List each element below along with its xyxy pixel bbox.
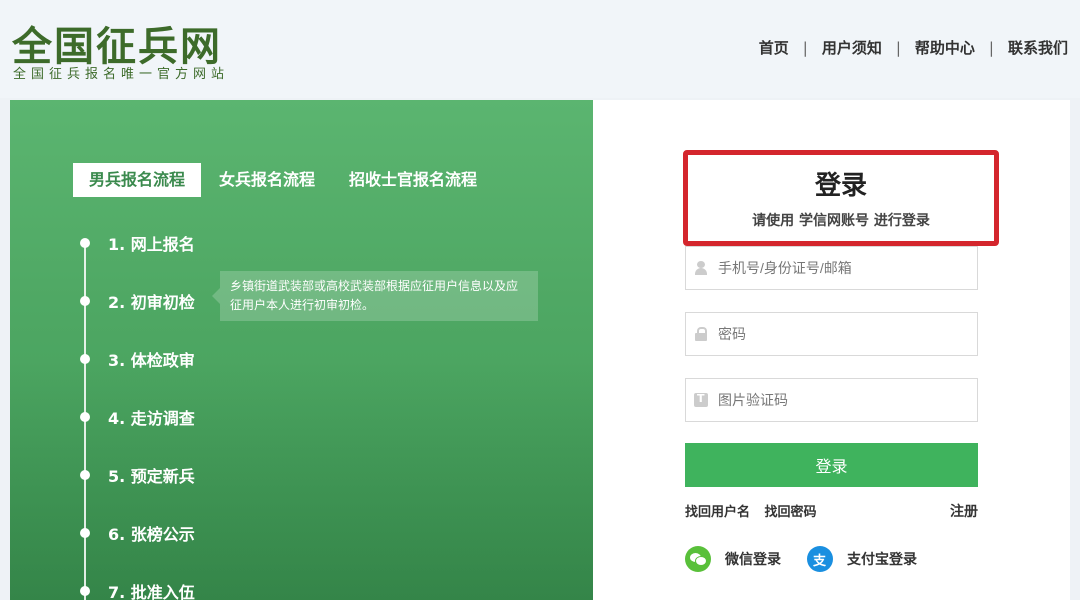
- password-input[interactable]: [718, 326, 968, 342]
- tab-female-process[interactable]: 女兵报名流程: [203, 163, 331, 197]
- process-tabs: 男兵报名流程 女兵报名流程 招收士官报名流程: [73, 163, 495, 197]
- nav-home-link[interactable]: 首页: [759, 37, 789, 58]
- step-label: 7. 批准入伍: [108, 583, 195, 600]
- process-step[interactable]: 7. 批准入伍: [80, 579, 195, 600]
- password-field[interactable]: [685, 312, 978, 356]
- captcha-icon: [694, 392, 708, 407]
- step-dot-icon: [80, 470, 90, 480]
- step-label: 5. 预定新兵: [108, 467, 195, 486]
- step-label: 4. 走访调查: [108, 409, 195, 428]
- step-dot-icon: [80, 354, 90, 364]
- login-panel: 登录 请使用 学信网账号 进行登录 登录 找回用户名 找回密码 注册 微信登录 …: [593, 100, 1070, 600]
- register-link[interactable]: 注册: [950, 501, 978, 521]
- step-dot-icon: [80, 238, 90, 248]
- process-step[interactable]: 2. 初审初检: [80, 289, 195, 313]
- step-label: 1. 网上报名: [108, 235, 195, 254]
- wechat-login-label: 微信登录: [725, 552, 781, 568]
- step-label: 6. 张榜公示: [108, 525, 195, 544]
- login-title-highlight: 登录 请使用 学信网账号 进行登录: [683, 150, 999, 246]
- process-panel: 男兵报名流程 女兵报名流程 招收士官报名流程 1. 网上报名 2. 初审初检 3…: [10, 100, 593, 600]
- login-title: 登录: [814, 171, 867, 201]
- wechat-icon: [685, 546, 711, 572]
- step-dot-icon: [80, 528, 90, 538]
- site-logo-subtitle: 全国征兵报名唯一官方网站: [13, 67, 230, 82]
- site-header: 全国征兵网 全国征兵报名唯一官方网站 首页 | 用户须知 | 帮助中心 | 联系…: [0, 0, 1080, 98]
- alipay-login-label: 支付宝登录: [847, 552, 917, 568]
- captcha-field[interactable]: [685, 378, 978, 422]
- process-step[interactable]: 3. 体检政审: [80, 347, 195, 371]
- login-button[interactable]: 登录: [685, 443, 978, 487]
- step-tooltip: 乡镇街道武装部或高校武装部根据应征用户信息以及应征用户本人进行初审初检。: [212, 271, 538, 321]
- nav-separator: |: [988, 38, 994, 57]
- process-step[interactable]: 4. 走访调查: [80, 405, 195, 429]
- nav-help-center-link[interactable]: 帮助中心: [915, 37, 975, 58]
- process-step[interactable]: 6. 张榜公示: [80, 521, 195, 545]
- captcha-input[interactable]: [718, 392, 968, 408]
- username-field[interactable]: [685, 246, 978, 290]
- login-subtitle: 请使用 学信网账号 进行登录: [752, 213, 930, 229]
- wechat-login-button[interactable]: 微信登录: [685, 546, 781, 572]
- process-step[interactable]: 5. 预定新兵: [80, 463, 195, 487]
- username-input[interactable]: [718, 260, 968, 276]
- nav-contact-link[interactable]: 联系我们: [1008, 37, 1068, 58]
- alipay-icon: [807, 546, 833, 572]
- step-label: 3. 体检政审: [108, 351, 195, 370]
- nav-user-notice-link[interactable]: 用户须知: [822, 37, 882, 58]
- step-label: 2. 初审初检: [108, 293, 195, 312]
- step-dot-icon: [80, 412, 90, 422]
- nav-separator: |: [895, 38, 901, 57]
- user-icon: [694, 261, 708, 275]
- process-step[interactable]: 1. 网上报名: [80, 231, 195, 255]
- tab-male-process[interactable]: 男兵报名流程: [73, 163, 202, 197]
- account-links: 找回用户名 找回密码 注册: [685, 501, 978, 520]
- step-dot-icon: [80, 586, 90, 596]
- top-nav: 首页 | 用户须知 | 帮助中心 | 联系我们: [759, 37, 1068, 58]
- tab-nco-process[interactable]: 招收士官报名流程: [333, 163, 493, 197]
- alipay-login-button[interactable]: 支付宝登录: [807, 546, 917, 572]
- step-dot-icon: [80, 296, 90, 306]
- social-login: 微信登录 支付宝登录: [685, 546, 943, 572]
- lock-icon: [694, 327, 708, 341]
- find-password-link[interactable]: 找回密码: [765, 505, 817, 520]
- nav-separator: |: [802, 38, 808, 57]
- find-username-link[interactable]: 找回用户名: [685, 505, 750, 520]
